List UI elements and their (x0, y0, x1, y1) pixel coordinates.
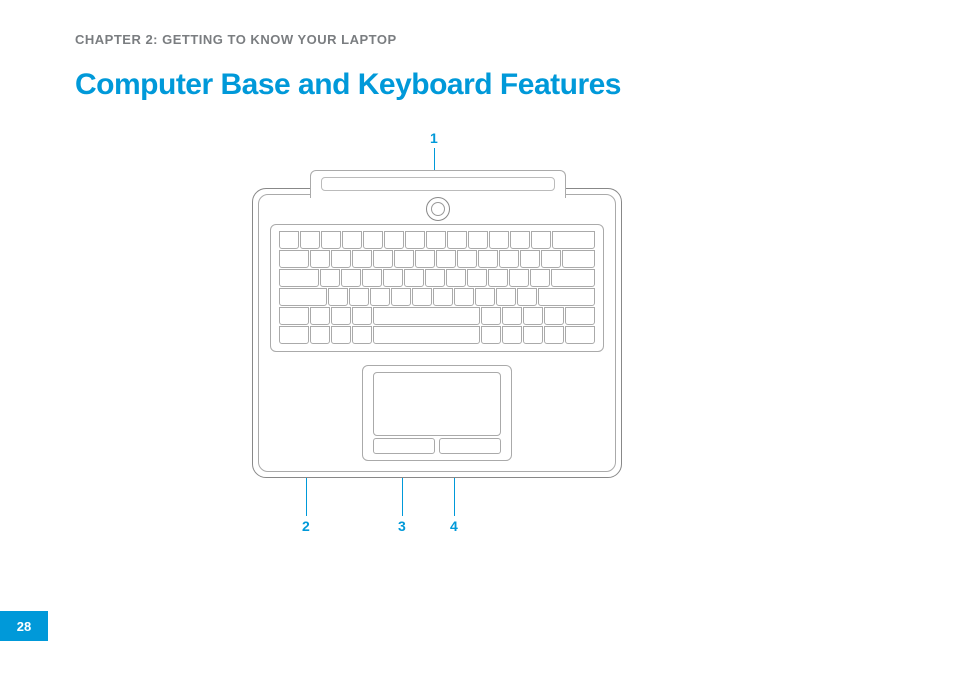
kb-row (279, 307, 595, 325)
touchpad-area (362, 365, 512, 461)
page-title: Computer Base and Keyboard Features (75, 68, 621, 102)
kb-row (279, 326, 595, 344)
chapter-label: CHAPTER 2: GETTING TO KNOW YOUR LAPTOP (75, 32, 397, 47)
callout-1: 1 (430, 130, 438, 146)
callout-2: 2 (302, 518, 310, 534)
kb-row (279, 231, 595, 249)
callout-4: 4 (450, 518, 458, 534)
kb-row (279, 288, 595, 306)
laptop-diagram: 1 2 3 4 (240, 130, 660, 540)
touchpad-buttons (373, 438, 501, 454)
callout-3: 3 (398, 518, 406, 534)
laptop-illustration (240, 170, 634, 478)
keyboard (270, 224, 604, 352)
touchpad-left-button (373, 438, 435, 454)
page-number: 28 (0, 611, 48, 641)
keyboard-rows (279, 231, 595, 345)
touchpad-right-button (439, 438, 501, 454)
hinge-inner (321, 177, 555, 191)
kb-row (279, 269, 595, 287)
touchpad (373, 372, 501, 436)
hinge (310, 170, 566, 198)
kb-row (279, 250, 595, 268)
power-button-icon (426, 197, 450, 221)
